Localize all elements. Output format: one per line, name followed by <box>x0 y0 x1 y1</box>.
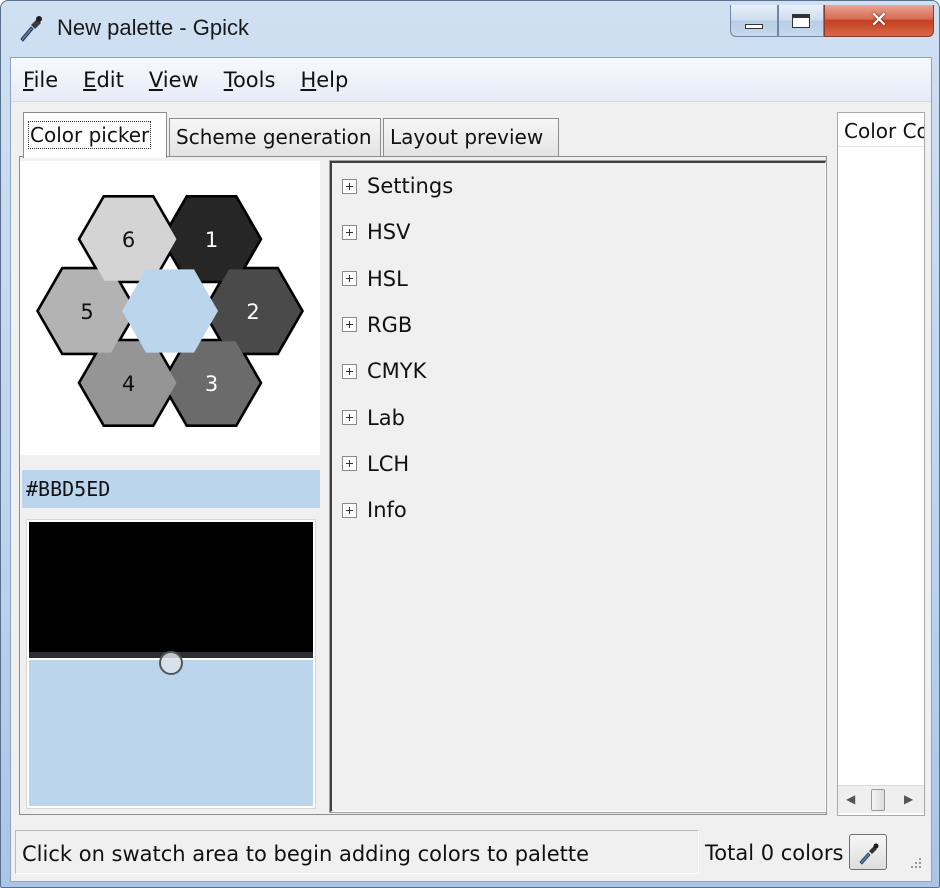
app-window: New palette - Gpick ✕ File Edit View Tools H… <box>0 0 940 888</box>
scroll-left-icon[interactable]: ◀ <box>846 792 855 806</box>
maximize-button[interactable] <box>778 5 824 37</box>
tree-item-label: Settings <box>367 174 454 198</box>
menu-label-rest: iew <box>162 67 199 92</box>
scrollbar-thumb[interactable] <box>871 789 885 811</box>
palette-column-header[interactable]: Color Co <box>838 113 924 147</box>
minimize-icon <box>745 24 763 29</box>
tree-item-label: HSL <box>367 266 408 291</box>
swatch-dark-region <box>29 522 313 652</box>
menu-edit[interactable]: Edit <box>83 68 124 92</box>
tab-layout-preview[interactable]: Layout preview <box>383 118 559 156</box>
menu-mnemonic: T <box>223 67 233 92</box>
expand-plus-icon[interactable] <box>342 317 357 333</box>
close-button[interactable]: ✕ <box>824 5 934 37</box>
client-area: File Edit View Tools Help Color picker Schem… <box>10 57 932 882</box>
menu-label-rest: elp <box>316 67 349 92</box>
status-message: Click on swatch area to begin adding col… <box>15 830 699 874</box>
tree-item-lch[interactable]: LCH <box>342 449 409 479</box>
expand-plus-icon[interactable] <box>342 178 357 194</box>
expand-plus-icon[interactable] <box>342 456 357 472</box>
title-bar[interactable]: New palette - Gpick ✕ <box>1 1 939 57</box>
expand-plus-icon[interactable] <box>342 363 357 379</box>
hexagon-label: 2 <box>246 300 259 324</box>
tab-scheme-generation[interactable]: Scheme generation <box>169 118 381 156</box>
resize-grip-icon[interactable] <box>905 856 923 874</box>
menu-tools[interactable]: Tools <box>224 68 276 92</box>
tree-item-settings[interactable]: Settings <box>342 171 453 201</box>
hexagon-label: 3 <box>205 372 218 396</box>
maximize-icon <box>792 13 810 28</box>
expand-plus-icon[interactable] <box>342 271 357 287</box>
tree-item-info[interactable]: Info <box>342 495 407 525</box>
expand-plus-icon[interactable] <box>342 224 357 240</box>
tree-item-rgb[interactable]: RGB <box>342 310 412 340</box>
menu-help[interactable]: Help <box>300 68 348 92</box>
tree-item-hsv[interactable]: HSV <box>342 217 411 247</box>
eyedropper-app-icon <box>20 16 42 42</box>
color-count: Total 0 colors <box>705 841 844 865</box>
tab-label: Layout preview <box>390 125 544 149</box>
tree-item-lab[interactable]: Lab <box>342 403 405 433</box>
tree-item-label: LCH <box>367 451 410 476</box>
palette-horizontal-scrollbar[interactable]: ◀ ▶ <box>838 785 924 813</box>
tab-label: Color picker <box>27 121 152 149</box>
palette-list[interactable]: Color Co ◀ ▶ <box>837 112 925 816</box>
status-bar: Click on swatch area to begin adding col… <box>11 826 931 881</box>
hexagon-label: 5 <box>80 300 93 324</box>
menu-label-rest: ools <box>232 67 276 92</box>
color-picker-panel: 1 2 3 4 5 6 #BBD5ED Settings HSV HSL RGB CMYK Lab L… <box>19 156 827 815</box>
tab-label: Scheme generation <box>176 125 372 149</box>
tree-item-label: CMYK <box>367 359 427 384</box>
hexagon-label: 4 <box>122 372 135 396</box>
eyedropper-icon <box>859 843 879 865</box>
menu-bar: File Edit View Tools Help <box>11 58 931 102</box>
tree-item-label: Info <box>367 498 407 523</box>
expand-plus-icon[interactable] <box>342 502 357 518</box>
tree-item-cmyk[interactable]: CMYK <box>342 356 426 386</box>
menu-mnemonic: V <box>148 67 163 92</box>
tree-item-label: HSV <box>367 220 411 245</box>
hexagon-swatch-area[interactable]: 1 2 3 4 5 6 <box>20 161 320 455</box>
tree-item-hsl[interactable]: HSL <box>342 264 408 294</box>
tree-item-label: Lab <box>367 405 405 430</box>
menu-label-rest: ile <box>33 67 59 92</box>
close-icon: ✕ <box>869 8 889 33</box>
menu-mnemonic: E <box>83 67 97 92</box>
scroll-right-icon[interactable]: ▶ <box>904 792 913 806</box>
minimize-button[interactable] <box>730 5 778 37</box>
hexagon-label: 1 <box>205 228 218 252</box>
menu-label-rest: dit <box>96 67 124 92</box>
menu-file[interactable]: File <box>23 68 58 92</box>
expand-plus-icon[interactable] <box>342 410 357 425</box>
hexagon-label: 6 <box>122 228 135 252</box>
window-title: New palette - Gpick <box>57 15 249 40</box>
color-range-swatch[interactable] <box>26 519 316 809</box>
hexagon-swatches[interactable]: 1 2 3 4 5 6 <box>20 161 320 455</box>
tree-item-label: RGB <box>367 312 413 337</box>
pick-color-button[interactable] <box>849 834 887 870</box>
tab-color-picker[interactable]: Color picker <box>23 112 167 158</box>
color-hex-value[interactable]: #BBD5ED <box>22 470 320 508</box>
color-info-tree: Settings HSV HSL RGB CMYK Lab LCH Info <box>329 160 827 813</box>
menu-view[interactable]: View <box>149 68 199 92</box>
menu-mnemonic: H <box>300 67 317 92</box>
swatch-handle[interactable] <box>159 651 183 675</box>
menu-mnemonic: F <box>23 67 34 92</box>
